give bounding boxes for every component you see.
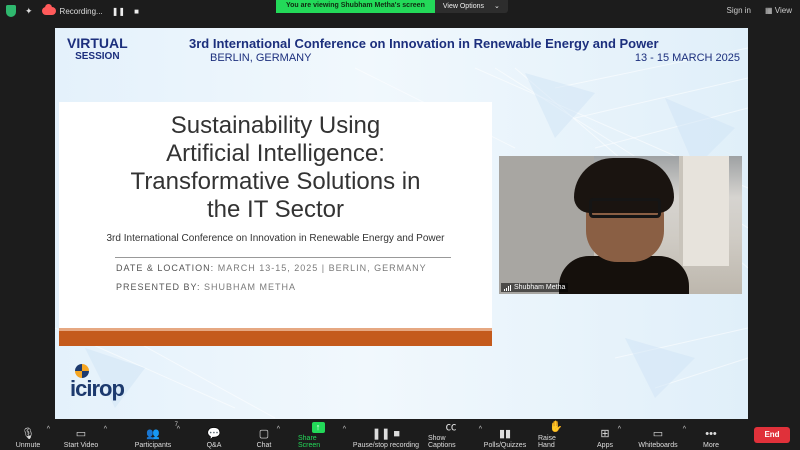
icirop-logo: icirop bbox=[70, 364, 125, 402]
unmute-label: Unmute bbox=[15, 442, 41, 449]
slide-footer-bar bbox=[59, 328, 492, 346]
more-label: More bbox=[703, 442, 719, 449]
qa-label: Q&A bbox=[206, 442, 222, 449]
view-options-label: View Options bbox=[442, 3, 484, 10]
captions-icon: ㏄ bbox=[445, 421, 457, 433]
raise-hand-label: Raise Hand bbox=[538, 435, 556, 449]
slide-title-line: Transformative Solutions in bbox=[130, 168, 421, 195]
view-grid-icon: ▦ bbox=[765, 6, 773, 15]
chevron-up-icon[interactable]: ^ bbox=[683, 426, 686, 433]
polls-icon: ▮▮ bbox=[498, 428, 512, 440]
pause-stop-recording-label: Pause/stop recording bbox=[352, 442, 420, 449]
presented-by-label: PRESENTED BY: bbox=[116, 282, 201, 292]
qa-icon: 💬 bbox=[207, 428, 221, 440]
conference-title: 3rd International Conference on Innovati… bbox=[189, 36, 659, 51]
date-location-line: DATE & LOCATION: MARCH 13-15, 2025 | BER… bbox=[116, 263, 427, 273]
raise-hand-button[interactable]: ✋ Raise Hand bbox=[538, 421, 574, 449]
video-background-door bbox=[679, 156, 729, 266]
stop-recording-icon[interactable]: ■ bbox=[134, 7, 139, 16]
slide-title: Sustainability Using Artificial Intellig… bbox=[59, 112, 492, 224]
share-screen-label: Share Screen bbox=[298, 435, 321, 449]
session-label: SESSION bbox=[75, 51, 120, 62]
top-bar: ✦ Recording... ❚❚ ■ You are viewing Shub… bbox=[0, 0, 800, 24]
conference-dates: 13 - 15 MARCH 2025 bbox=[634, 52, 740, 64]
apps-button[interactable]: ⊞ Apps ^ bbox=[597, 422, 621, 449]
meeting-toolbar: 🎙 Unmute ^ ▭ Start Video ^ 👥 7 Participa… bbox=[0, 420, 800, 450]
polls-quizzes-label: Polls/Quizzes bbox=[483, 442, 527, 449]
apps-icon: ⊞ bbox=[600, 428, 610, 440]
show-captions-label: Show Captions bbox=[428, 435, 456, 449]
date-location-label: DATE & LOCATION: bbox=[116, 263, 215, 273]
logo-text: icirop bbox=[70, 376, 125, 401]
chevron-down-icon: ⌄ bbox=[493, 3, 500, 10]
top-bar-right: Sign in ▦ View bbox=[727, 6, 792, 15]
start-video-button[interactable]: ▭ Start Video ^ bbox=[63, 422, 107, 449]
recording-label: Recording... bbox=[59, 6, 103, 16]
presented-by-line: PRESENTED BY: SHUBHAM METHA bbox=[116, 282, 296, 292]
pause-stop-recording-button[interactable]: ❚❚ ■ Pause/stop recording bbox=[352, 422, 420, 449]
chevron-up-icon[interactable]: ^ bbox=[177, 426, 180, 433]
microphone-muted-icon: 🎙 bbox=[21, 428, 35, 440]
show-captions-button[interactable]: ㏄ Show Captions ^ bbox=[428, 421, 482, 449]
whiteboard-icon: ▭ bbox=[652, 428, 664, 440]
shield-icon[interactable] bbox=[6, 5, 16, 17]
end-meeting-button[interactable]: End bbox=[754, 427, 790, 443]
sign-in-button[interactable]: Sign in bbox=[727, 6, 751, 15]
view-button[interactable]: ▦ View bbox=[765, 6, 792, 15]
share-screen-icon: ↑ bbox=[311, 422, 325, 433]
slide-subtitle: 3rd International Conference on Innovati… bbox=[106, 233, 445, 244]
virtual-session-badge: VIRTUAL SESSION bbox=[67, 35, 128, 63]
qa-button[interactable]: 💬 Q&A bbox=[205, 422, 223, 449]
top-bar-left: ✦ Recording... ❚❚ ■ bbox=[6, 4, 139, 17]
chevron-up-icon[interactable]: ^ bbox=[343, 426, 346, 433]
participant-name-tag: Shubham Metha bbox=[501, 283, 569, 292]
whiteboards-label: Whiteboards bbox=[638, 442, 678, 449]
screen-share-banner: You are viewing Shubham Metha's screen V… bbox=[276, 0, 508, 13]
chevron-up-icon[interactable]: ^ bbox=[277, 426, 280, 433]
raise-hand-icon: ✋ bbox=[549, 421, 563, 433]
signal-strength-icon bbox=[504, 284, 511, 291]
pause-recording-icon[interactable]: ❚❚ bbox=[112, 7, 125, 16]
cloud-recording-icon bbox=[41, 4, 56, 15]
participant-name: Shubham Metha bbox=[514, 284, 566, 291]
more-button[interactable]: ••• More bbox=[702, 422, 720, 449]
divider bbox=[115, 257, 451, 258]
participants-icon: 👥 bbox=[146, 428, 160, 440]
participant-video-tile[interactable]: Shubham Metha bbox=[499, 156, 742, 294]
slide-title-line: the IT Sector bbox=[207, 196, 344, 223]
view-label: View bbox=[774, 6, 792, 15]
share-screen-button[interactable]: ↑ Share Screen ^ bbox=[298, 422, 346, 449]
slide-title-line: Sustainability Using bbox=[170, 112, 381, 139]
chat-icon: ▢ bbox=[258, 428, 270, 440]
start-video-label: Start Video bbox=[63, 442, 99, 449]
logo-mark-icon bbox=[75, 364, 89, 378]
view-options-button[interactable]: View Options ⌄ bbox=[434, 0, 508, 13]
pause-stop-icon: ❚❚ ■ bbox=[371, 428, 401, 440]
video-off-icon: ▭ bbox=[75, 428, 87, 440]
date-location-value: MARCH 13-15, 2025 | BERLIN, GERMANY bbox=[217, 263, 427, 273]
viewing-banner: You are viewing Shubham Metha's screen bbox=[276, 0, 435, 13]
apps-label: Apps bbox=[597, 442, 613, 449]
whiteboards-button[interactable]: ▭ Whiteboards ^ bbox=[638, 422, 686, 449]
zoom-meeting-window: ✦ Recording... ❚❚ ■ You are viewing Shub… bbox=[0, 0, 800, 450]
participants-button[interactable]: 👥 7 Participants ^ bbox=[134, 422, 180, 449]
recording-indicator: Recording... bbox=[41, 4, 103, 16]
chevron-up-icon[interactable]: ^ bbox=[479, 426, 482, 433]
chat-button[interactable]: ▢ Chat ^ bbox=[256, 422, 280, 449]
chat-label: Chat bbox=[256, 442, 272, 449]
unmute-button[interactable]: 🎙 Unmute ^ bbox=[14, 422, 50, 449]
pin-icon[interactable]: ✦ bbox=[25, 6, 33, 17]
participants-label: Participants bbox=[134, 442, 172, 449]
slide-title-line: Artificial Intelligence: bbox=[166, 140, 385, 167]
virtual-label: VIRTUAL bbox=[67, 35, 128, 51]
presentation-slide: Sustainability Using Artificial Intellig… bbox=[59, 102, 492, 346]
participant-glasses bbox=[589, 198, 661, 218]
more-dots-icon: ••• bbox=[705, 428, 717, 440]
conference-location: BERLIN, GERMANY bbox=[210, 52, 312, 64]
chevron-up-icon[interactable]: ^ bbox=[47, 426, 50, 433]
chevron-up-icon[interactable]: ^ bbox=[618, 426, 621, 433]
polls-quizzes-button[interactable]: ▮▮ Polls/Quizzes bbox=[484, 422, 526, 449]
presented-by-value: SHUBHAM METHA bbox=[204, 282, 297, 292]
chevron-up-icon[interactable]: ^ bbox=[104, 426, 107, 433]
